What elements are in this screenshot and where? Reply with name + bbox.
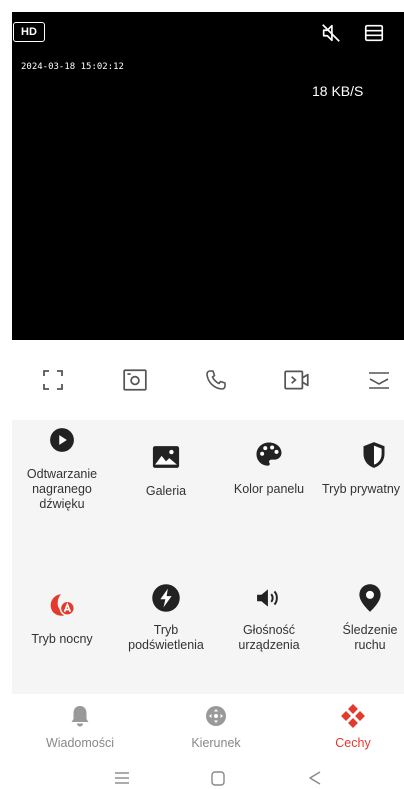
mute-icon[interactable]: [320, 22, 342, 44]
snapshot-button[interactable]: [119, 364, 151, 396]
flash-icon: [152, 584, 180, 612]
home-icon[interactable]: [207, 770, 229, 786]
bottom-navigation: Wiadomości Kierunek Cechy: [0, 696, 404, 756]
recent-apps-icon[interactable]: [111, 770, 133, 786]
feature-gallery[interactable]: Galeria: [116, 442, 216, 499]
nav-label: Kierunek: [191, 736, 241, 750]
menu-icon[interactable]: [363, 22, 385, 44]
nav-label: Wiadomości: [45, 736, 115, 750]
night-mode-icon: [50, 594, 76, 617]
feature-label: Kolor panelu: [233, 482, 305, 496]
feature-night-mode[interactable]: Tryb nocny: [12, 590, 112, 647]
play-icon: [50, 428, 74, 452]
feature-label: Odtwarzanie nagranego dźwięku: [26, 467, 98, 511]
volume-icon: [257, 589, 278, 607]
video-timestamp: 2024-03-18 15:02:12: [21, 62, 124, 72]
feature-label: Śledzenie ruchu: [342, 623, 398, 652]
record-button[interactable]: [281, 364, 313, 396]
snapshot-icon: [123, 369, 147, 391]
bitrate-readout: 18 KB/S: [312, 83, 364, 99]
feature-label: Tryb prywatny: [322, 482, 401, 496]
fullscreen-button[interactable]: [37, 364, 69, 396]
fullscreen-icon: [43, 370, 63, 390]
record-icon: [284, 370, 309, 390]
nav-tab-direction[interactable]: Kierunek: [161, 704, 271, 750]
feature-label: Tryb podświetlenia: [128, 623, 204, 652]
feature-motion-tracking[interactable]: Śledzenie ruchu: [320, 583, 404, 653]
feature-privacy-mode[interactable]: Tryb prywatny: [319, 440, 404, 497]
call-button[interactable]: [200, 364, 232, 396]
location-pin-icon: [359, 584, 381, 612]
nav-label: Cechy: [335, 736, 371, 750]
collapse-icon: [369, 372, 389, 389]
feature-backlight-mode[interactable]: Tryb podświetlenia: [116, 583, 216, 653]
feature-device-volume[interactable]: Głośność urządzenia: [219, 583, 319, 653]
features-panel: Odtwarzanie nagranego dźwięku Galeria Ko…: [12, 420, 404, 694]
feature-play-recording[interactable]: Odtwarzanie nagranego dźwięku: [12, 425, 112, 512]
hd-quality-button[interactable]: HD: [13, 22, 45, 42]
nav-tab-features[interactable]: Cechy: [298, 704, 404, 750]
feature-label: Tryb nocny: [31, 632, 93, 646]
collapse-toolbar-button[interactable]: [363, 364, 395, 396]
nav-tab-messages[interactable]: Wiadomości: [25, 704, 135, 750]
feature-label: Głośność urządzenia: [238, 623, 300, 652]
privacy-icon: [363, 442, 385, 468]
gallery-icon: [152, 446, 180, 468]
dpad-icon: [206, 706, 226, 726]
feature-panel-color[interactable]: Kolor panelu: [219, 440, 319, 497]
control-toolbar: [0, 360, 404, 400]
features-icon: [341, 704, 365, 728]
back-icon[interactable]: [304, 770, 326, 786]
feature-label: Galeria: [145, 484, 187, 498]
palette-icon: [256, 442, 282, 466]
bell-icon: [71, 706, 89, 727]
phone-icon: [206, 370, 226, 390]
system-navigation-bar: [0, 766, 404, 789]
